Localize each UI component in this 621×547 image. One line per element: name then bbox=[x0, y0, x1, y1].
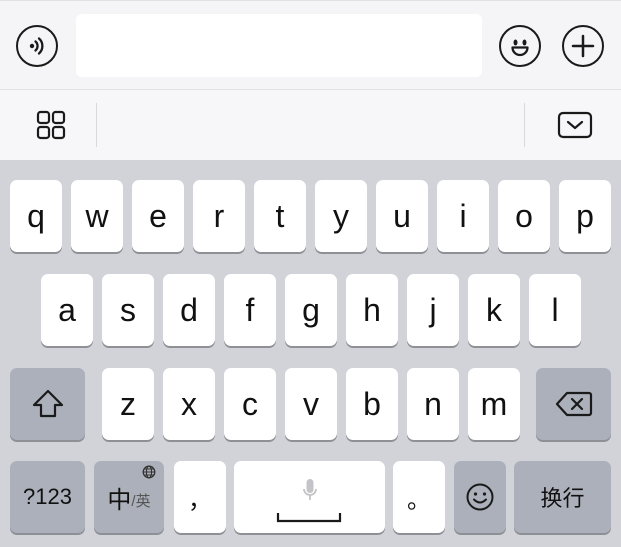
key-d[interactable]: d bbox=[163, 274, 215, 346]
lang-primary-label: 中 bbox=[107, 486, 132, 514]
globe-icon bbox=[142, 465, 156, 479]
key-x[interactable]: x bbox=[163, 368, 215, 440]
key-label: n bbox=[424, 386, 442, 422]
key-e[interactable]: e bbox=[132, 180, 184, 252]
numbers-key-label: ?123 bbox=[23, 484, 72, 509]
return-key[interactable]: 换行 bbox=[514, 461, 611, 533]
key-label: b bbox=[363, 386, 381, 422]
key-label: q bbox=[27, 198, 45, 234]
toolbar-divider bbox=[524, 103, 525, 147]
key-n[interactable]: n bbox=[407, 368, 459, 440]
shift-key[interactable] bbox=[10, 368, 85, 440]
space-key[interactable] bbox=[234, 461, 385, 533]
emoji-key[interactable] bbox=[454, 461, 506, 533]
numbers-key[interactable]: ?123 bbox=[10, 461, 85, 533]
key-label: ， bbox=[188, 486, 212, 514]
key-f[interactable]: f bbox=[224, 274, 276, 346]
voice-input-button[interactable] bbox=[16, 25, 58, 67]
key-u[interactable]: u bbox=[376, 180, 428, 252]
key-label: i bbox=[459, 198, 467, 234]
key-label: e bbox=[149, 198, 167, 234]
keyboard-toolbar bbox=[0, 90, 621, 160]
key-r[interactable]: r bbox=[193, 180, 245, 252]
toolbar-divider bbox=[96, 103, 97, 147]
key-y[interactable]: y bbox=[315, 180, 367, 252]
key-i[interactable]: i bbox=[437, 180, 489, 252]
key-label: h bbox=[363, 292, 381, 328]
key-j[interactable]: j bbox=[407, 274, 459, 346]
keyboard: q w e r t y u i o p a s d f g h j k l z … bbox=[0, 160, 621, 547]
period-key[interactable]: 。 bbox=[393, 461, 445, 533]
key-label: v bbox=[303, 386, 319, 422]
shift-icon bbox=[32, 389, 63, 418]
key-s[interactable]: s bbox=[102, 274, 154, 346]
backspace-icon bbox=[555, 391, 592, 417]
microphone-icon bbox=[303, 479, 317, 500]
key-t[interactable]: t bbox=[254, 180, 306, 252]
key-label: s bbox=[120, 292, 136, 328]
key-label: u bbox=[393, 198, 411, 234]
apps-grid-button[interactable] bbox=[26, 103, 76, 147]
voice-icon bbox=[29, 37, 44, 55]
key-label: o bbox=[515, 198, 533, 234]
plus-icon bbox=[571, 34, 595, 58]
emoji-button[interactable] bbox=[499, 25, 541, 67]
key-v[interactable]: v bbox=[285, 368, 337, 440]
key-label: c bbox=[242, 386, 258, 422]
delete-key[interactable] bbox=[536, 368, 611, 440]
key-l[interactable]: l bbox=[529, 274, 581, 346]
chat-input-bar bbox=[0, 0, 621, 90]
key-label: j bbox=[429, 292, 437, 328]
key-label: g bbox=[302, 292, 320, 328]
key-label: l bbox=[551, 292, 559, 328]
key-b[interactable]: b bbox=[346, 368, 398, 440]
smiley-icon bbox=[466, 483, 494, 511]
key-label: x bbox=[181, 386, 197, 422]
key-label: 。 bbox=[407, 486, 431, 514]
key-k[interactable]: k bbox=[468, 274, 520, 346]
key-label: z bbox=[120, 386, 136, 422]
hide-keyboard-button[interactable] bbox=[550, 103, 600, 147]
key-g[interactable]: g bbox=[285, 274, 337, 346]
key-c[interactable]: c bbox=[224, 368, 276, 440]
key-label: p bbox=[576, 198, 594, 234]
key-label: a bbox=[58, 292, 76, 328]
comma-key[interactable]: ， bbox=[174, 461, 226, 533]
key-a[interactable]: a bbox=[41, 274, 93, 346]
key-z[interactable]: z bbox=[102, 368, 154, 440]
smiley-icon bbox=[511, 39, 529, 57]
collapse-keyboard-icon bbox=[557, 111, 593, 139]
key-label: f bbox=[245, 292, 255, 328]
language-switch-key[interactable]: 中/英 bbox=[94, 461, 164, 533]
key-label: w bbox=[85, 198, 109, 234]
return-key-label: 换行 bbox=[540, 486, 585, 511]
key-w[interactable]: w bbox=[71, 180, 123, 252]
space-bar-icon bbox=[276, 513, 342, 523]
message-input[interactable] bbox=[76, 14, 482, 77]
grid-icon bbox=[36, 110, 66, 140]
key-q[interactable]: q bbox=[10, 180, 62, 252]
lang-secondary-label: /英 bbox=[131, 492, 151, 510]
key-o[interactable]: o bbox=[498, 180, 550, 252]
key-label: r bbox=[213, 198, 225, 234]
key-label: m bbox=[480, 386, 508, 422]
key-label: y bbox=[333, 198, 349, 234]
key-p[interactable]: p bbox=[559, 180, 611, 252]
more-options-button[interactable] bbox=[562, 25, 604, 67]
key-label: k bbox=[486, 292, 502, 328]
key-m[interactable]: m bbox=[468, 368, 520, 440]
key-label: d bbox=[180, 292, 198, 328]
key-label: t bbox=[275, 198, 285, 234]
key-h[interactable]: h bbox=[346, 274, 398, 346]
